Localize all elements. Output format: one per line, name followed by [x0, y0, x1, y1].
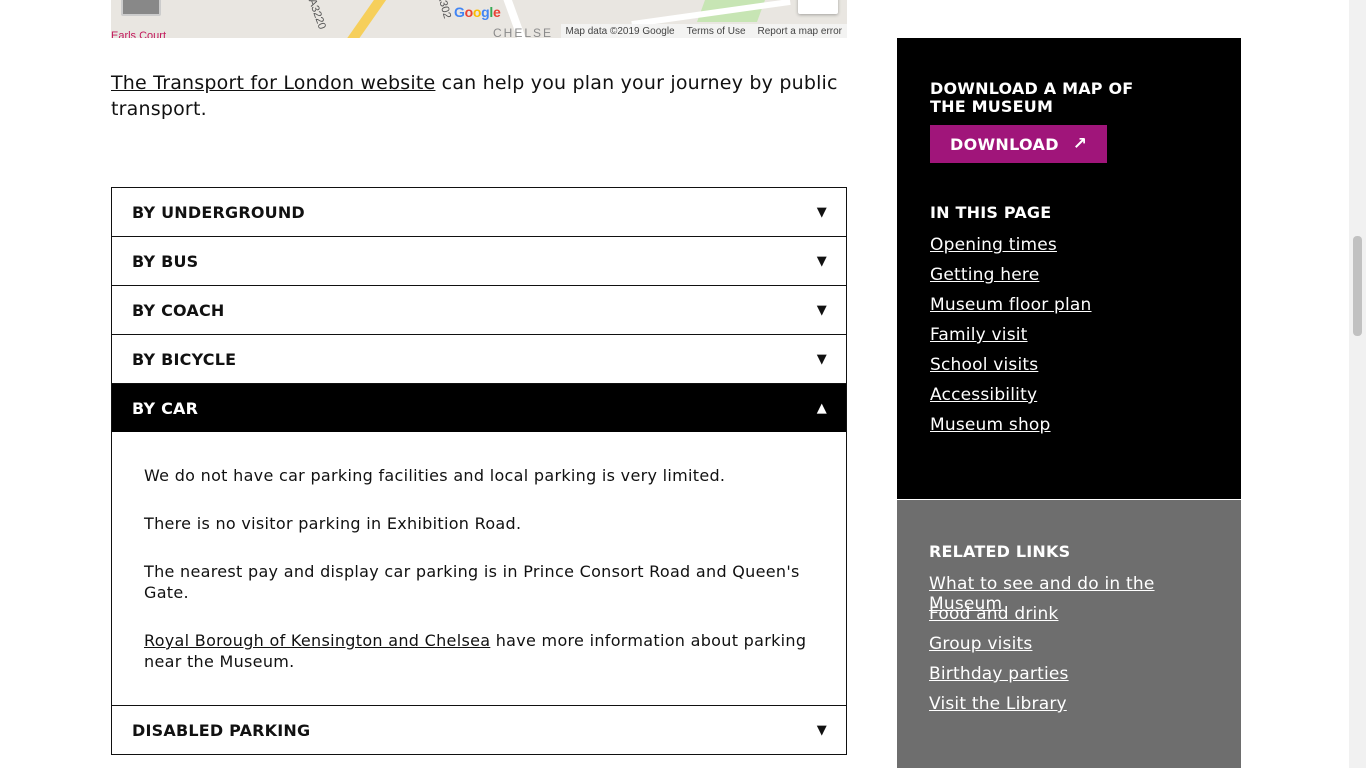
accordion-label: BY CAR [132, 398, 199, 418]
chevron-down-icon: ▼ [816, 302, 827, 318]
link-museum-floor-plan[interactable]: Museum floor plan [930, 295, 1092, 315]
page-scrollbar[interactable] [1349, 0, 1366, 768]
link-school-visits[interactable]: School visits [930, 355, 1038, 375]
accordion-item-bus: BY BUS ▼ [112, 237, 846, 286]
related-links-list: What to see and do in the Museum Food an… [929, 574, 1209, 724]
map-station-label: Earls Court [111, 30, 167, 38]
map-attribution: Map data ©2019 Google Terms of Use Repor… [561, 24, 847, 38]
accordion-panel-car: We do not have car parking facilities an… [112, 432, 846, 705]
report-map-error-link[interactable]: Report a map error [758, 26, 842, 37]
sidebar-download-panel: DOWNLOAD A MAP OF THE MUSEUM DOWNLOAD ↗ … [897, 38, 1241, 499]
car-paragraph: Royal Borough of Kensington and Chelsea … [144, 630, 814, 672]
map-road-label: A3220 [305, 0, 328, 31]
car-paragraph: We do not have car parking facilities an… [144, 466, 726, 485]
list-item: Museum shop [930, 415, 1208, 445]
sidebar-related-links: RELATED LINKS What to see and do in the … [897, 500, 1241, 768]
accordion-header-car[interactable]: BY CAR ▲ [112, 384, 846, 432]
tfl-website-link[interactable]: The Transport for London website [111, 72, 435, 94]
list-item: Birthday parties [929, 664, 1209, 694]
chevron-down-icon: ▼ [816, 351, 827, 367]
list-item: What to see and do in the Museum [929, 574, 1209, 614]
link-family-visit[interactable]: Family visit [930, 325, 1028, 345]
accordion-item-car: BY CAR ▲ We do not have car parking faci… [112, 384, 846, 706]
list-item: Visit the Library [929, 694, 1209, 724]
accordion-item-underground: BY UNDERGROUND ▼ [112, 188, 846, 237]
map-data-text: Map data ©2019 Google [565, 25, 675, 37]
list-item: Opening times [930, 235, 1208, 265]
accordion-label: BY UNDERGROUND [132, 202, 305, 222]
download-button[interactable]: DOWNLOAD ↗ [930, 125, 1108, 163]
car-paragraph: The nearest pay and display car parking … [144, 562, 800, 602]
terms-of-use-link[interactable]: Terms of Use [687, 26, 746, 37]
list-item: School visits [930, 355, 1208, 385]
list-item: Accessibility [930, 385, 1208, 415]
in-this-page-heading: IN THIS PAGE [930, 203, 1052, 222]
accordion-label: BY BICYCLE [132, 349, 237, 369]
link-group-visits[interactable]: Group visits [929, 634, 1032, 654]
transport-intro: The Transport for London website can hel… [111, 70, 851, 122]
travel-accordion: BY UNDERGROUND ▼ BY BUS ▼ BY COACH ▼ BY … [111, 187, 847, 755]
embedded-map[interactable]: A3220 A302 CHELSE Earls Court Google Map… [111, 0, 847, 38]
accordion-item-disabled-parking: DISABLED PARKING ▼ [112, 706, 846, 754]
download-heading: DOWNLOAD A MAP OF THE MUSEUM [930, 79, 1134, 116]
in-this-page-list: Opening times Getting here Museum floor … [930, 235, 1208, 445]
chevron-down-icon: ▼ [816, 204, 827, 220]
kensington-chelsea-link[interactable]: Royal Borough of Kensington and Chelsea [144, 631, 490, 650]
chevron-down-icon: ▼ [816, 722, 827, 738]
accordion-label: DISABLED PARKING [132, 720, 311, 740]
link-getting-here[interactable]: Getting here [930, 265, 1039, 285]
link-birthday-parties[interactable]: Birthday parties [929, 664, 1069, 684]
chevron-down-icon: ▼ [816, 253, 827, 269]
link-museum-shop[interactable]: Museum shop [930, 415, 1051, 435]
accordion-header-bus[interactable]: BY BUS ▼ [112, 237, 846, 285]
list-item: Museum floor plan [930, 295, 1208, 325]
link-food-and-drink[interactable]: Food and drink [929, 604, 1058, 624]
list-item: Food and drink [929, 604, 1209, 634]
list-item: Family visit [930, 325, 1208, 355]
accordion-label: BY BUS [132, 251, 199, 271]
link-opening-times[interactable]: Opening times [930, 235, 1057, 255]
accordion-item-bicycle: BY BICYCLE ▼ [112, 335, 846, 384]
map-area-label: CHELSE [493, 26, 554, 38]
map-satellite-toggle[interactable] [121, 0, 161, 16]
map-road [344, 0, 388, 38]
map-zoom-control[interactable] [798, 0, 838, 14]
download-button-label: DOWNLOAD [950, 134, 1059, 154]
related-links-heading: RELATED LINKS [929, 542, 1071, 561]
accordion-header-disabled-parking[interactable]: DISABLED PARKING ▼ [112, 706, 846, 754]
list-item: Getting here [930, 265, 1208, 295]
scrollbar-thumb[interactable] [1353, 236, 1362, 336]
car-paragraph: There is no visitor parking in Exhibitio… [144, 514, 522, 533]
in-this-page-section: IN THIS PAGE Opening times Getting here … [930, 204, 1208, 445]
accordion-item-coach: BY COACH ▼ [112, 286, 846, 335]
accordion-label: BY COACH [132, 300, 225, 320]
external-link-icon: ↗ [1072, 134, 1088, 154]
accordion-header-coach[interactable]: BY COACH ▼ [112, 286, 846, 334]
link-visit-the-library[interactable]: Visit the Library [929, 694, 1067, 714]
google-logo: Google [454, 4, 501, 20]
list-item: Group visits [929, 634, 1209, 664]
chevron-up-icon: ▲ [816, 400, 827, 416]
link-accessibility[interactable]: Accessibility [930, 385, 1037, 405]
accordion-header-underground[interactable]: BY UNDERGROUND ▼ [112, 188, 846, 236]
map-road-label: A302 [434, 0, 453, 20]
accordion-header-bicycle[interactable]: BY BICYCLE ▼ [112, 335, 846, 383]
